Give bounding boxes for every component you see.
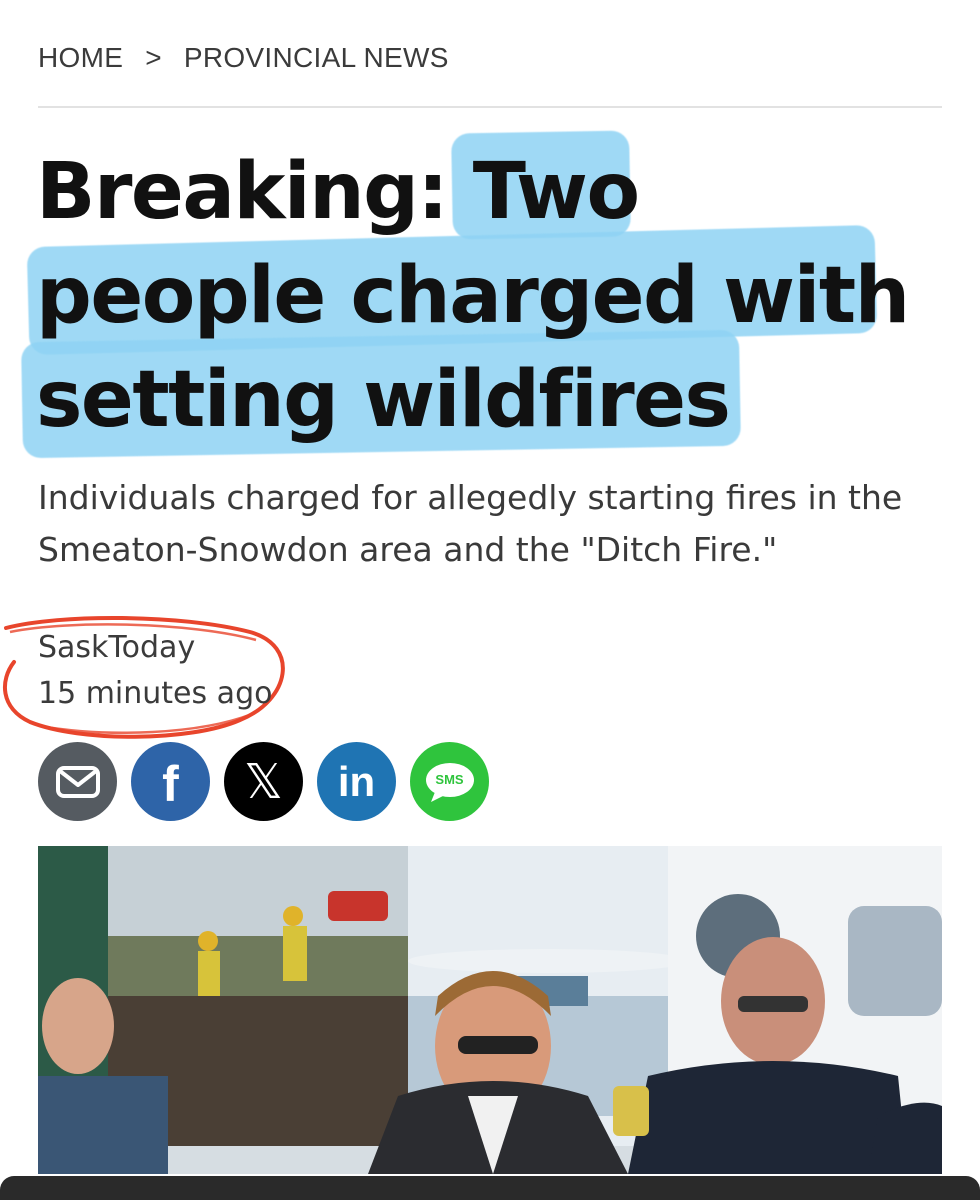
share-facebook-button[interactable]: f bbox=[131, 742, 210, 821]
breadcrumb-separator: > bbox=[145, 42, 162, 73]
share-x-button[interactable]: 𝕏 bbox=[224, 742, 303, 821]
share-bar: f 𝕏 in SMS bbox=[38, 742, 489, 821]
article-subtitle: Individuals charged for allegedly starti… bbox=[38, 478, 903, 569]
sms-icon: SMS bbox=[435, 772, 464, 787]
headline-line-3: setting wildfires bbox=[36, 355, 731, 445]
breadcrumb-home-link[interactable]: HOME bbox=[38, 42, 123, 74]
article-headline: Breaking: Two people charged with settin… bbox=[36, 140, 946, 452]
headline-line-2: people charged with bbox=[36, 251, 910, 341]
breadcrumb-section-link[interactable]: PROVINCIAL NEWS bbox=[184, 42, 449, 74]
article-timestamp: 15 minutes ago bbox=[38, 676, 273, 711]
breadcrumb: HOME > PROVINCIAL NEWS bbox=[38, 42, 449, 74]
linkedin-icon: in bbox=[337, 757, 376, 805]
article-author[interactable]: SaskToday bbox=[38, 630, 195, 665]
article-photo[interactable] bbox=[38, 846, 942, 1174]
share-linkedin-button[interactable]: in bbox=[317, 742, 396, 821]
share-email-button[interactable] bbox=[38, 742, 117, 821]
x-icon: 𝕏 bbox=[244, 753, 283, 810]
press-conference-image bbox=[38, 846, 942, 1174]
header-divider bbox=[38, 106, 942, 108]
email-icon bbox=[55, 765, 100, 798]
headline-line-1: Breaking: Two bbox=[36, 147, 640, 237]
facebook-icon: f bbox=[162, 755, 179, 812]
bottom-browser-bar bbox=[0, 1176, 980, 1200]
share-sms-button[interactable]: SMS bbox=[410, 742, 489, 821]
